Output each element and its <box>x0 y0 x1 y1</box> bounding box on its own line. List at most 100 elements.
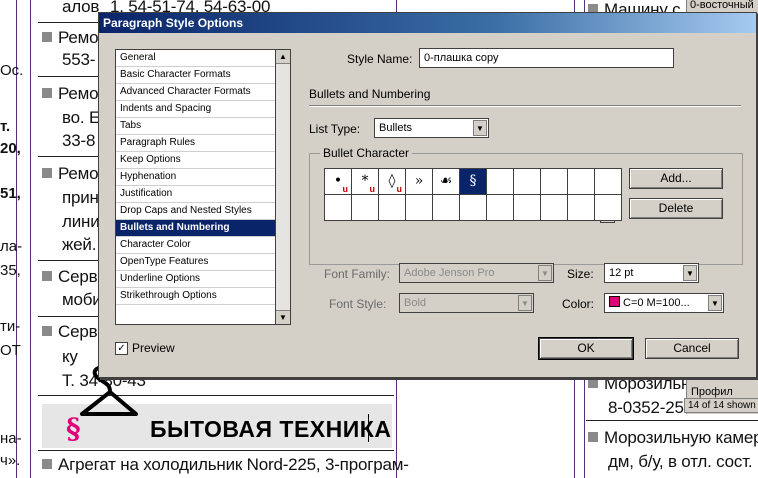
panel-status: 14 of 14 shown <box>684 398 758 413</box>
add-glyph-button[interactable]: Add... <box>629 168 723 189</box>
glyph-cell[interactable] <box>595 195 622 221</box>
ad-divider <box>38 316 98 317</box>
section-title: Bullets and Numbering <box>309 87 431 101</box>
edge-fragment: ла- <box>0 238 23 255</box>
size-dropdown[interactable]: 12 pt ▼ <box>604 263 699 283</box>
preview-label: Preview <box>132 341 175 355</box>
category-item[interactable]: General <box>116 50 276 67</box>
bullet-square-icon <box>42 168 52 178</box>
category-item[interactable]: Keep Options <box>116 152 276 169</box>
list-type-label: List Type: <box>309 122 361 136</box>
bullet-square-icon <box>42 271 52 281</box>
glyph-cell[interactable]: • u <box>325 169 352 195</box>
glyph-cell[interactable]: * u <box>352 169 379 195</box>
edge-fragment: ч». <box>0 452 21 469</box>
glyph-cell[interactable] <box>460 195 487 221</box>
bullet-glyph-grid[interactable]: • u * u ◊ u» ☙ § <box>324 168 622 221</box>
user-defined-mark: u <box>396 184 403 194</box>
panel-item-profile[interactable]: Профил <box>691 386 733 398</box>
font-family-dropdown[interactable]: Adobe Jenson Pro ▼ <box>399 263 554 283</box>
ad-text: 8-0352-25 <box>608 398 684 417</box>
category-scrollbar[interactable]: ▲ ▼ <box>275 49 291 325</box>
user-defined-mark: u <box>342 184 349 194</box>
glyph-cell[interactable]: » <box>406 169 433 195</box>
category-item[interactable]: Indents and Spacing <box>116 101 276 118</box>
glyph-cell[interactable]: ☙ <box>433 169 460 195</box>
style-name-input[interactable]: 0-плашка copy <box>419 48 674 68</box>
category-item[interactable]: Underline Options <box>116 271 276 288</box>
glyph-cell[interactable] <box>514 195 541 221</box>
category-item[interactable]: OpenType Features <box>116 254 276 271</box>
glyph-cell[interactable] <box>487 195 514 221</box>
glyph-cell[interactable] <box>433 195 460 221</box>
category-item[interactable]: Tabs <box>116 118 276 135</box>
ad-text: Серв <box>42 267 98 287</box>
glyph-cell[interactable] <box>595 169 622 195</box>
ad-text: дм, б/у, в отл. сост. <box>608 452 753 471</box>
bullet-square-icon <box>42 32 52 42</box>
ad-text: во. Е <box>62 108 101 127</box>
edge-fragment: 20, <box>0 140 21 157</box>
glyph-cell[interactable] <box>541 169 568 195</box>
glyph-cell[interactable] <box>379 195 406 221</box>
bullet-square-icon <box>588 432 598 442</box>
font-family-label: Font Family: <box>324 267 391 281</box>
glyph-cell[interactable] <box>406 195 433 221</box>
bullet-character-label: Bullet Character <box>320 146 413 160</box>
glyph-cell[interactable] <box>487 169 514 195</box>
glyph-char: » <box>414 173 424 189</box>
glyph-char: • <box>333 173 343 189</box>
category-item[interactable]: Basic Character Formats <box>116 67 276 84</box>
bullet-square-icon <box>588 378 598 388</box>
glyph-cell[interactable]: § <box>460 169 487 195</box>
bullet-square-icon <box>42 459 52 469</box>
edge-fragment: ОТ <box>0 342 21 359</box>
category-item[interactable]: Hyphenation <box>116 169 276 186</box>
category-item[interactable]: Advanced Character Formats <box>116 84 276 101</box>
scroll-up-icon[interactable]: ▲ <box>276 50 290 64</box>
ad-divider <box>38 156 98 157</box>
list-type-dropdown[interactable]: Bullets ▼ <box>374 118 489 138</box>
ad-divider <box>38 450 394 451</box>
ad-text: Агрегат на холодильник Nord-225, 3-прогр… <box>42 455 409 475</box>
preview-checkbox[interactable]: ✓ <box>115 342 128 355</box>
cancel-button[interactable]: Cancel <box>645 338 739 359</box>
edge-fragment: 51, <box>0 185 21 202</box>
scroll-down-icon[interactable]: ▼ <box>276 310 290 324</box>
glyph-char: ☙ <box>439 173 453 189</box>
glyph-cell[interactable] <box>568 195 595 221</box>
category-list[interactable]: General Basic Character Formats Advanced C… <box>115 49 276 325</box>
dialog-title[interactable]: Paragraph Style Options <box>99 13 756 33</box>
ok-button[interactable]: OK <box>538 337 634 360</box>
glyph-cell[interactable]: ◊ u <box>379 169 406 195</box>
glyph-cell[interactable] <box>514 169 541 195</box>
ad-divider <box>38 260 98 261</box>
glyph-cell[interactable] <box>568 169 595 195</box>
chevron-down-icon: ▼ <box>473 120 487 136</box>
category-item[interactable]: Justification <box>116 186 276 203</box>
delete-glyph-button[interactable]: Delete <box>629 198 723 219</box>
ad-text: жей. <box>62 235 97 254</box>
glyph-char: * <box>361 173 369 189</box>
font-style-dropdown[interactable]: Bold ▼ <box>399 293 534 313</box>
category-item[interactable]: Paragraph Rules <box>116 135 276 152</box>
edge-fragment: на- <box>0 430 22 447</box>
category-item[interactable]: Drop Caps and Nested Styles <box>116 203 276 220</box>
text-cursor <box>368 414 369 442</box>
glyph-char: § <box>469 173 477 189</box>
glyph-cell[interactable] <box>352 195 379 221</box>
column-guide <box>30 0 31 478</box>
glyph-char: ◊ <box>388 173 396 189</box>
ad-text: Серв <box>42 322 98 342</box>
color-dropdown[interactable]: C=0 M=100... ▼ <box>604 293 724 313</box>
category-item[interactable]: Character Color <box>116 237 276 254</box>
ad-text: Морозильную камеру <box>588 428 758 448</box>
section-heading: БЫТОВАЯ ТЕХНИКА <box>150 416 392 442</box>
glyph-cell[interactable] <box>541 195 568 221</box>
edge-fragment: Ос. <box>0 62 24 79</box>
color-swatch <box>609 296 620 307</box>
category-item[interactable]: Bullets and Numbering <box>116 220 276 237</box>
category-item[interactable]: Strikethrough Options <box>116 288 276 305</box>
edge-fragment: т. <box>0 118 11 135</box>
glyph-cell[interactable] <box>325 195 352 221</box>
